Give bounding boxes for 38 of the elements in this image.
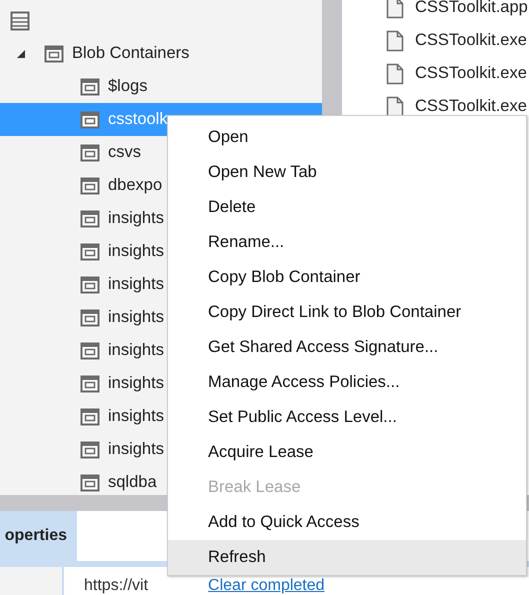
menu-item[interactable]: Manage Access Policies...: [168, 365, 526, 400]
container-icon: [80, 208, 100, 228]
menu-item[interactable]: Acquire Lease: [168, 435, 526, 470]
menu-item[interactable]: Get Shared Access Signature...: [168, 330, 526, 365]
file-item[interactable]: CSSToolkit.app: [386, 0, 529, 24]
container-icon: [44, 44, 64, 64]
container-icon: [80, 110, 100, 130]
container-icon: [80, 340, 100, 360]
url-text: https://vit: [84, 577, 148, 594]
menu-item[interactable]: Open New Tab: [168, 155, 526, 190]
container-icon: [80, 440, 100, 460]
container-icon: [80, 242, 100, 262]
tree-item[interactable]: $logs: [0, 70, 322, 103]
menu-item[interactable]: Copy Direct Link to Blob Container: [168, 295, 526, 330]
file-item[interactable]: CSSToolkit.exe: [386, 24, 529, 57]
storage-icon: [10, 10, 30, 30]
menu-item[interactable]: Refresh: [168, 540, 526, 575]
clear-completed-link[interactable]: Clear completed: [208, 577, 325, 594]
menu-item[interactable]: Copy Blob Container: [168, 260, 526, 295]
container-icon: [80, 472, 100, 492]
menu-item[interactable]: Delete: [168, 190, 526, 225]
tree-item[interactable]: Blob Containers: [0, 37, 322, 70]
container-icon: [80, 406, 100, 426]
file-item[interactable]: CSSToolkit.exe: [386, 57, 529, 90]
file-icon: [386, 62, 404, 84]
file-icon: [386, 0, 404, 18]
file-icon: [386, 96, 404, 118]
menu-item[interactable]: Rename...: [168, 225, 526, 260]
container-icon: [80, 176, 100, 196]
container-icon: [80, 308, 100, 328]
container-icon: [80, 274, 100, 294]
container-icon: [80, 76, 100, 96]
container-icon: [80, 374, 100, 394]
file-icon: [386, 30, 404, 52]
menu-item[interactable]: Add to Quick Access: [168, 505, 526, 540]
panel-tab[interactable]: operties: [0, 511, 77, 561]
menu-item[interactable]: Set Public Access Level...: [168, 400, 526, 435]
container-icon: [80, 142, 100, 162]
